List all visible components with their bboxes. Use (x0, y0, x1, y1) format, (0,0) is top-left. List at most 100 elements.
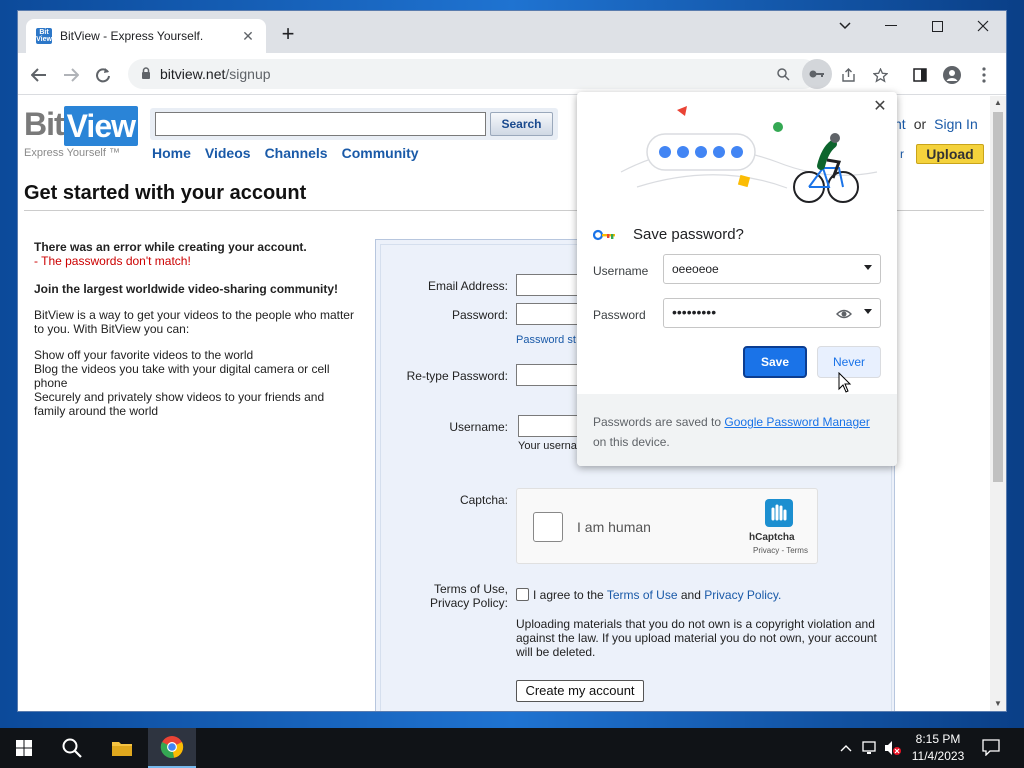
popup-password-value: ••••••••• (672, 304, 717, 320)
feature-item: Blog the videos you take with your digit… (34, 362, 330, 390)
join-heading: Join the largest worldwide video-sharing… (34, 282, 339, 296)
captcha-checkbox[interactable] (533, 512, 563, 542)
privacy-policy-link[interactable]: Privacy Policy. (704, 588, 781, 602)
scroll-up-arrow-icon[interactable]: ▲ (990, 96, 1006, 110)
footer-pre-text: Passwords are saved to (593, 415, 725, 429)
account-menu-link[interactable]: r (900, 147, 904, 161)
footer-text: Passwords are saved to Google Password M… (593, 412, 883, 452)
popup-password-label: Password (593, 308, 646, 322)
address-bar[interactable]: bitview.net/signup (128, 59, 818, 89)
hcaptcha-logo-icon (765, 499, 793, 527)
forward-button[interactable] (58, 62, 84, 88)
tab-title: BitView - Express Yourself. (60, 29, 204, 43)
logo-tagline: Express Yourself ™ (24, 147, 120, 159)
site-search-button[interactable]: Search (490, 112, 553, 136)
bitview-favicon-icon: Bit View (36, 28, 52, 44)
password-strength-link[interactable]: Password st (516, 334, 576, 346)
terms-and-text: and (677, 588, 705, 602)
hcaptcha-brand: hCaptcha (749, 532, 795, 543)
minimize-button[interactable] (868, 11, 914, 41)
popup-footer: Passwords are saved to Google Password M… (577, 394, 897, 466)
popup-username-value: oeeoeoe (672, 262, 719, 276)
sign-in-link[interactable]: Sign In (934, 116, 978, 132)
nav-community[interactable]: Community (342, 145, 419, 161)
file-explorer-icon[interactable] (98, 728, 146, 768)
popup-username-field[interactable]: oeeoeoe (663, 254, 881, 284)
url-host: bitview.net (160, 66, 226, 82)
show-password-eye-icon[interactable] (836, 307, 852, 321)
close-popup-icon[interactable]: ✕ (871, 98, 889, 116)
bitview-logo[interactable]: BitView Express Yourself ™ (24, 106, 138, 159)
windows-taskbar: 8:15 PM 11/4/2023 (0, 728, 1024, 768)
close-window-button[interactable] (960, 11, 1006, 41)
terms-agree-text: I agree to the (533, 588, 607, 602)
search-icon[interactable] (48, 728, 96, 768)
clock-date: 11/4/2023 (911, 749, 965, 763)
profile-avatar-icon[interactable] (939, 62, 965, 88)
bookmark-star-icon[interactable] (867, 62, 893, 88)
password-key-icon[interactable] (802, 59, 832, 89)
feature-item: Show off your favorite videos to the wor… (34, 348, 254, 362)
nav-home[interactable]: Home (152, 145, 191, 161)
save-password-button[interactable]: Save (743, 346, 807, 378)
create-account-button[interactable]: Create my account (516, 680, 644, 702)
password-label: Password: (451, 308, 508, 322)
page-title: Get started with your account (24, 182, 307, 204)
or-text: or (913, 116, 927, 132)
url-text: bitview.net/signup (160, 66, 271, 82)
terms-label-line1: Terms of Use, (433, 582, 508, 596)
chrome-taskbar-icon[interactable] (148, 728, 196, 768)
terms-agreement-text: I agree to the Terms of Use and Privacy … (533, 588, 781, 602)
password-illustration (620, 106, 878, 203)
scroll-thumb[interactable] (993, 112, 1003, 482)
nav-channels[interactable]: Channels (265, 145, 328, 161)
reload-button[interactable] (90, 62, 116, 88)
taskbar-clock[interactable]: 8:15 PM 11/4/2023 (908, 731, 968, 765)
clock-time: 8:15 PM (915, 732, 961, 746)
lock-icon[interactable] (140, 67, 152, 79)
terms-checkbox[interactable] (516, 588, 529, 601)
terms-of-use-link[interactable]: Terms of Use (607, 588, 678, 602)
captcha-label: Captcha: (459, 493, 508, 507)
logo-view-text: View (63, 106, 138, 146)
nav-videos[interactable]: Videos (205, 145, 251, 161)
captcha-text: I am human (577, 519, 651, 535)
footer-post-text: on this device. (593, 435, 670, 449)
share-icon[interactable] (835, 62, 861, 88)
tab-bar: Bit View BitView - Express Yourself. ✕ + (18, 11, 1006, 53)
new-tab-button[interactable]: + (276, 23, 300, 47)
site-search-input[interactable] (155, 112, 486, 136)
tab-close-icon[interactable]: ✕ (240, 28, 256, 45)
maximize-button[interactable] (914, 11, 960, 41)
browser-tab[interactable]: Bit View BitView - Express Yourself. ✕ (26, 19, 266, 53)
popup-title: Save password? (633, 226, 744, 243)
show-hidden-icons-chevron-icon[interactable] (840, 740, 852, 755)
mouse-cursor-icon (838, 372, 852, 393)
tab-search-icon[interactable] (822, 11, 868, 41)
copyright-warning: Uploading materials that you do not own … (516, 617, 877, 659)
chevron-down-icon[interactable] (864, 309, 872, 314)
password-manager-link[interactable]: Google Password Manager (724, 415, 869, 429)
side-panel-icon[interactable] (907, 62, 933, 88)
zoom-search-icon[interactable] (772, 63, 794, 85)
volume-muted-icon[interactable] (884, 740, 902, 759)
start-button[interactable] (0, 728, 48, 768)
page-scrollbar[interactable]: ▲ ▼ (990, 96, 1006, 711)
captcha-privacy-terms[interactable]: Privacy - Terms (753, 546, 808, 555)
popup-password-field[interactable]: ••••••••• (663, 298, 881, 328)
chevron-down-icon[interactable] (864, 265, 872, 270)
popup-header: Save password? (593, 226, 744, 243)
username-hint: Your userna (518, 440, 577, 452)
upload-button[interactable]: Upload (916, 144, 984, 164)
back-button[interactable] (26, 62, 52, 88)
username-label: Username: (449, 420, 508, 434)
hcaptcha-widget: I am human hCaptcha Privacy - Terms (516, 488, 818, 564)
notifications-icon[interactable] (982, 739, 1000, 759)
feature-list: Show off your favorite videos to the wor… (34, 348, 354, 418)
signup-info: There was an error while creating your a… (34, 240, 354, 418)
scroll-down-arrow-icon[interactable]: ▼ (990, 697, 1006, 711)
menu-dots-icon[interactable] (971, 62, 997, 88)
logo-bit-text: Bit (24, 106, 65, 142)
popup-username-label: Username (593, 264, 649, 278)
network-icon[interactable] (862, 740, 880, 759)
